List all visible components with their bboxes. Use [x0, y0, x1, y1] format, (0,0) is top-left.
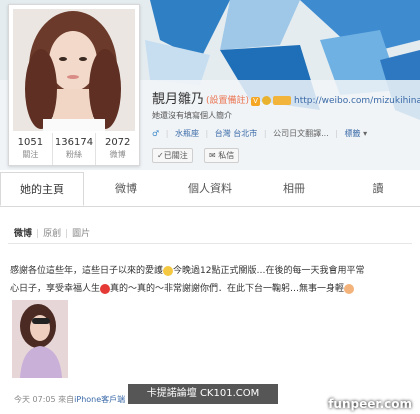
- mail-icon: ✉: [209, 151, 216, 160]
- feed-filter: 微博 | 原創 | 圖片: [14, 229, 91, 239]
- victory-hand-icon: [344, 283, 355, 294]
- male-icon: ♂: [152, 129, 160, 138]
- post-source-prefix: 來自: [58, 395, 75, 404]
- post-line-2: 心日子，享受幸福人生: [10, 284, 101, 294]
- verified-icon: V: [251, 97, 261, 106]
- filter-original[interactable]: 原創: [43, 229, 61, 239]
- profile-tabs: 她的主頁 微博 個人資料 相冊 讀: [0, 172, 420, 207]
- stat-posts-label: 微博: [109, 150, 126, 159]
- stat-followers-label: 粉絲: [66, 150, 82, 159]
- post-image[interactable]: [12, 300, 68, 378]
- crown-icon: [262, 96, 272, 105]
- divider: [8, 243, 412, 244]
- post-line-1b: 今晚過12點正式關版…在後的每一天我會用平常: [173, 266, 365, 276]
- stat-following-label: 關注: [22, 150, 39, 159]
- tags-link[interactable]: 標籤: [345, 129, 361, 138]
- tab-weibo[interactable]: 微博: [84, 172, 168, 206]
- tab-profile[interactable]: 個人資料: [168, 172, 252, 206]
- message-button-label: 私信: [218, 151, 235, 160]
- profile-url[interactable]: http://weibo.com/mizukihinano: [294, 96, 420, 106]
- watermark-funpeer: funpeer.com: [328, 397, 412, 411]
- avatar-card: 1051 關注 136174 粉絲 2072 微博: [8, 4, 140, 166]
- chevron-down-icon[interactable]: ▾: [363, 129, 367, 138]
- stat-posts[interactable]: 2072 微博: [96, 133, 139, 165]
- filter-images[interactable]: 圖片: [72, 229, 90, 239]
- profile-stats: 1051 關注 136174 粉絲 2072 微博: [9, 133, 139, 165]
- post-text: 感謝各位這些年，這些日子以來的愛護 今晚過12點正式關版…在後的每一天我會用平常 …: [10, 262, 410, 298]
- profile-description: 她還沒有填寫個人簡介: [152, 111, 232, 120]
- stat-following-count: 1051: [17, 137, 44, 148]
- company-text: 公司日文翻譯...: [273, 129, 329, 138]
- filter-all[interactable]: 微博: [14, 229, 32, 239]
- heart-icon: [100, 283, 111, 294]
- set-remark-link[interactable]: (設置備註): [206, 96, 249, 106]
- profile-name-row: 靚月雛乃 (設置備註) Vhttp://weibo.com/mizukihinano: [152, 88, 420, 106]
- vip-badge-icon: [273, 96, 292, 105]
- post-source[interactable]: iPhone客戶端: [74, 395, 125, 404]
- profile-name: 靚月雛乃: [152, 92, 205, 106]
- stat-following[interactable]: 1051 關注: [9, 133, 53, 165]
- post-line-1: 感謝各位這些年，這些日子以來的愛護: [10, 266, 164, 276]
- stat-posts-count: 2072: [104, 137, 131, 148]
- followed-button[interactable]: ✓已關注: [152, 148, 193, 163]
- zodiac-link[interactable]: 水瓶座: [175, 129, 199, 138]
- post-footer: 今天 07:05 來自iPhone客戶端: [14, 394, 125, 405]
- tab-home[interactable]: 她的主頁: [0, 172, 84, 206]
- stat-followers[interactable]: 136174 粉絲: [53, 133, 97, 165]
- stat-followers-count: 136174: [54, 137, 94, 148]
- profile-meta: ♂ | 水瓶座 | 台灣 台北市 | 公司日文翻譯... | 標籤 ▾: [152, 129, 368, 138]
- tab-album[interactable]: 相冊: [252, 172, 336, 206]
- avatar[interactable]: [13, 9, 135, 131]
- location-link[interactable]: 台灣 台北市: [215, 129, 258, 138]
- tab-read[interactable]: 讀: [336, 172, 420, 206]
- message-button[interactable]: ✉ 私信: [204, 148, 240, 163]
- watermark-ck101: 卡提諾論壇 CK101.COM: [128, 384, 278, 404]
- sleepy-emoji-icon: [163, 265, 174, 276]
- post-line-2b: 真的～真的～非常謝謝你們．在此下台一鞠躬…無事一身輕: [110, 284, 345, 294]
- post-time[interactable]: 今天 07:05: [14, 395, 56, 404]
